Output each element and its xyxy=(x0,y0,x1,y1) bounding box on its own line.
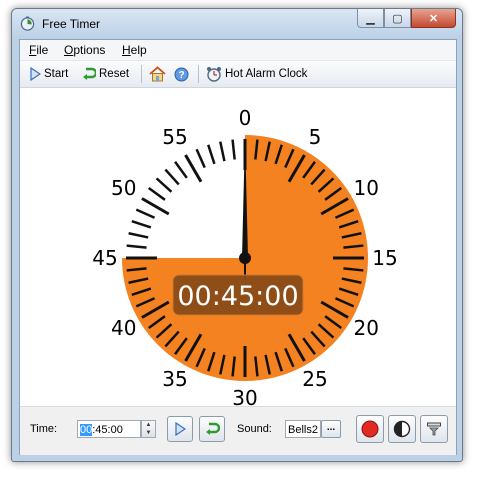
time-display: 00:45:00 xyxy=(177,281,298,312)
dial-minute-label: 35 xyxy=(162,367,187,391)
reset-button[interactable]: Reset xyxy=(82,66,129,82)
close-button[interactable]: ✕ xyxy=(411,9,456,28)
menu-options[interactable]: Options xyxy=(64,43,105,57)
browse-sound-button[interactable]: ... xyxy=(321,420,341,438)
sound-label: Sound: xyxy=(237,423,272,435)
dial-minute-label: 50 xyxy=(111,176,136,200)
spin-up-icon[interactable]: ▲ xyxy=(142,421,155,429)
dial-minute-label: 30 xyxy=(232,386,257,406)
record-icon xyxy=(361,420,379,438)
spin-down-icon[interactable]: ▼ xyxy=(142,429,155,437)
record-button[interactable] xyxy=(356,415,384,443)
about-button[interactable]: ? xyxy=(174,66,192,82)
time-spinner[interactable]: ▲ ▼ xyxy=(141,420,156,438)
minute-tick xyxy=(207,144,216,165)
minute-tick xyxy=(195,148,206,169)
dial-minute-label: 45 xyxy=(92,246,117,270)
dial-minute-label: 55 xyxy=(162,125,187,149)
dial-minute-label: 10 xyxy=(354,176,379,200)
minute-tick xyxy=(128,232,149,239)
major-tick xyxy=(184,154,203,183)
title-bar[interactable]: Free Timer ▁ ▢ ✕ xyxy=(12,9,462,39)
svg-text:?: ? xyxy=(178,70,184,81)
funnel-icon xyxy=(427,422,441,436)
control-bar: Time: 00:45:00 ▲ ▼ Sound: Bells2 ... xyxy=(20,406,456,455)
dial-minute-label: 5 xyxy=(309,125,322,149)
minute-tick xyxy=(126,244,147,249)
toolbar-separator xyxy=(198,65,199,83)
contrast-icon xyxy=(393,420,411,438)
timer-dial-area: 0 5 10 15 20 25 30 35 40 45 50 55 00:45:00 xyxy=(20,88,456,410)
hot-alarm-clock-button[interactable]: Hot Alarm Clock xyxy=(206,66,307,82)
dial-minute-label: 40 xyxy=(111,316,136,340)
menu-file[interactable]: File xyxy=(29,43,48,57)
play-icon xyxy=(175,422,186,436)
dial-minute-label: 0 xyxy=(239,106,252,130)
maximize-icon: ▢ xyxy=(392,12,403,25)
reset-timer-button[interactable] xyxy=(199,416,225,442)
window-title: Free Timer xyxy=(42,17,101,31)
start-button[interactable]: Start xyxy=(29,66,68,82)
minimize-button[interactable]: ▁ xyxy=(357,9,384,28)
home-button[interactable] xyxy=(149,66,169,82)
timer-dial[interactable]: 0 5 10 15 20 25 30 35 40 45 50 55 00:45:00 xyxy=(20,88,456,410)
window-controls: ▁ ▢ ✕ xyxy=(357,9,456,29)
help-icon: ? xyxy=(174,67,189,81)
theme-toggle-button[interactable] xyxy=(388,415,416,443)
minute-tick xyxy=(174,160,188,179)
toolbar: Start Reset ? Hot Alarm Clock xyxy=(20,61,456,88)
play-button[interactable] xyxy=(167,416,193,442)
close-icon: ✕ xyxy=(428,12,439,25)
client-area: File Options Help Start Reset ? Hot Alar… xyxy=(19,39,457,455)
minute-tick xyxy=(135,208,156,219)
major-tick xyxy=(141,197,170,216)
play-icon xyxy=(30,67,41,81)
time-label: Time: xyxy=(30,423,58,435)
dial-minute-label: 20 xyxy=(354,316,379,340)
toolbar-separator xyxy=(141,65,142,83)
time-input[interactable]: 00:45:00 xyxy=(77,420,141,438)
maximize-button[interactable]: ▢ xyxy=(384,9,411,28)
home-icon xyxy=(149,66,166,82)
minimize-icon: ▁ xyxy=(366,12,375,25)
dial-minute-label: 15 xyxy=(372,246,397,270)
alarm-clock-icon xyxy=(207,67,221,82)
compact-mode-button[interactable] xyxy=(420,415,448,443)
minute-tick xyxy=(131,220,152,229)
sound-select[interactable]: Bells2 xyxy=(285,420,321,438)
menu-bar: File Options Help xyxy=(20,40,456,61)
hand-pivot xyxy=(239,252,251,264)
dial-minute-label: 25 xyxy=(302,367,327,391)
reset-arrow-icon xyxy=(83,67,96,80)
app-window: Free Timer ▁ ▢ ✕ File Options Help Start… xyxy=(11,8,463,462)
minute-tick xyxy=(164,168,180,186)
menu-help[interactable]: Help xyxy=(122,43,147,57)
minute-tick xyxy=(219,141,226,162)
minute-tick xyxy=(231,139,236,160)
reset-arrow-icon xyxy=(206,422,220,435)
timer-app-icon xyxy=(20,16,35,31)
minute-tick xyxy=(155,177,173,193)
minute-tick xyxy=(147,187,166,201)
